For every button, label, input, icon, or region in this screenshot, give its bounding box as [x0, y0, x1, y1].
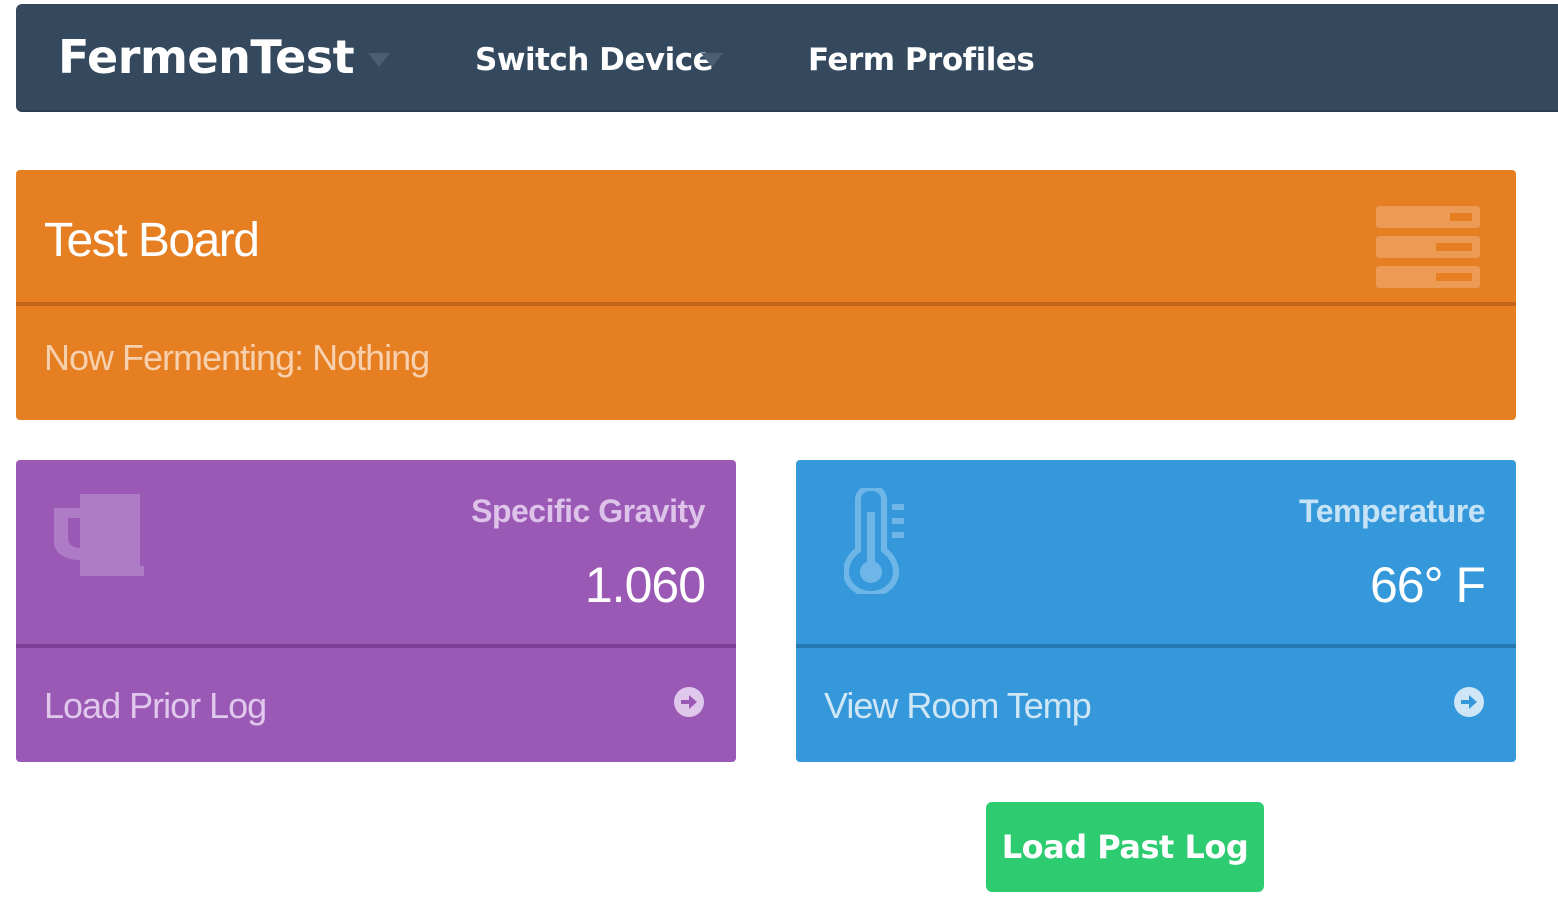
- thermometer-icon: [844, 488, 904, 594]
- brand-dropdown-caret-icon[interactable]: [368, 53, 390, 67]
- board-title: Test Board: [44, 214, 260, 267]
- view-room-temp-label: View Room Temp: [824, 685, 1092, 726]
- load-prior-log-label: Load Prior Log: [44, 685, 267, 726]
- specific-gravity-value: 1.060: [584, 557, 706, 613]
- server-icon: [1376, 206, 1480, 288]
- nav-switch-device[interactable]: Switch Device: [475, 40, 714, 80]
- now-fermenting-status: Now Fermenting: Nothing: [44, 337, 430, 378]
- board-panel-header: Test Board: [16, 170, 1516, 306]
- load-prior-log-link[interactable]: Load Prior Log: [16, 648, 736, 762]
- nav-ferm-profiles[interactable]: Ferm Profiles: [808, 40, 1035, 80]
- board-panel: Test Board Now Fermenting: Nothing: [16, 170, 1516, 420]
- specific-gravity-label: Specific Gravity: [471, 493, 705, 529]
- view-room-temp-link[interactable]: View Room Temp: [796, 648, 1516, 762]
- top-navbar: FermenTest Switch Device Ferm Profiles: [16, 4, 1558, 110]
- brand-title[interactable]: FermenTest: [58, 30, 355, 84]
- load-past-log-button[interactable]: Load Past Log: [986, 802, 1264, 892]
- specific-gravity-card: Specific Gravity 1.060 Load Prior Log: [16, 460, 736, 762]
- temperature-label: Temperature: [1299, 493, 1485, 529]
- temperature-card: Temperature 66° F View Room Temp: [796, 460, 1516, 762]
- beer-mug-icon: [54, 494, 144, 576]
- specific-gravity-card-header: Specific Gravity 1.060: [16, 460, 736, 648]
- switch-device-caret-icon[interactable]: [701, 53, 723, 67]
- temperature-card-header: Temperature 66° F: [796, 460, 1516, 648]
- arrow-circle-right-icon[interactable]: [673, 686, 705, 718]
- temperature-value: 66° F: [1369, 557, 1486, 613]
- arrow-circle-right-icon[interactable]: [1453, 686, 1485, 718]
